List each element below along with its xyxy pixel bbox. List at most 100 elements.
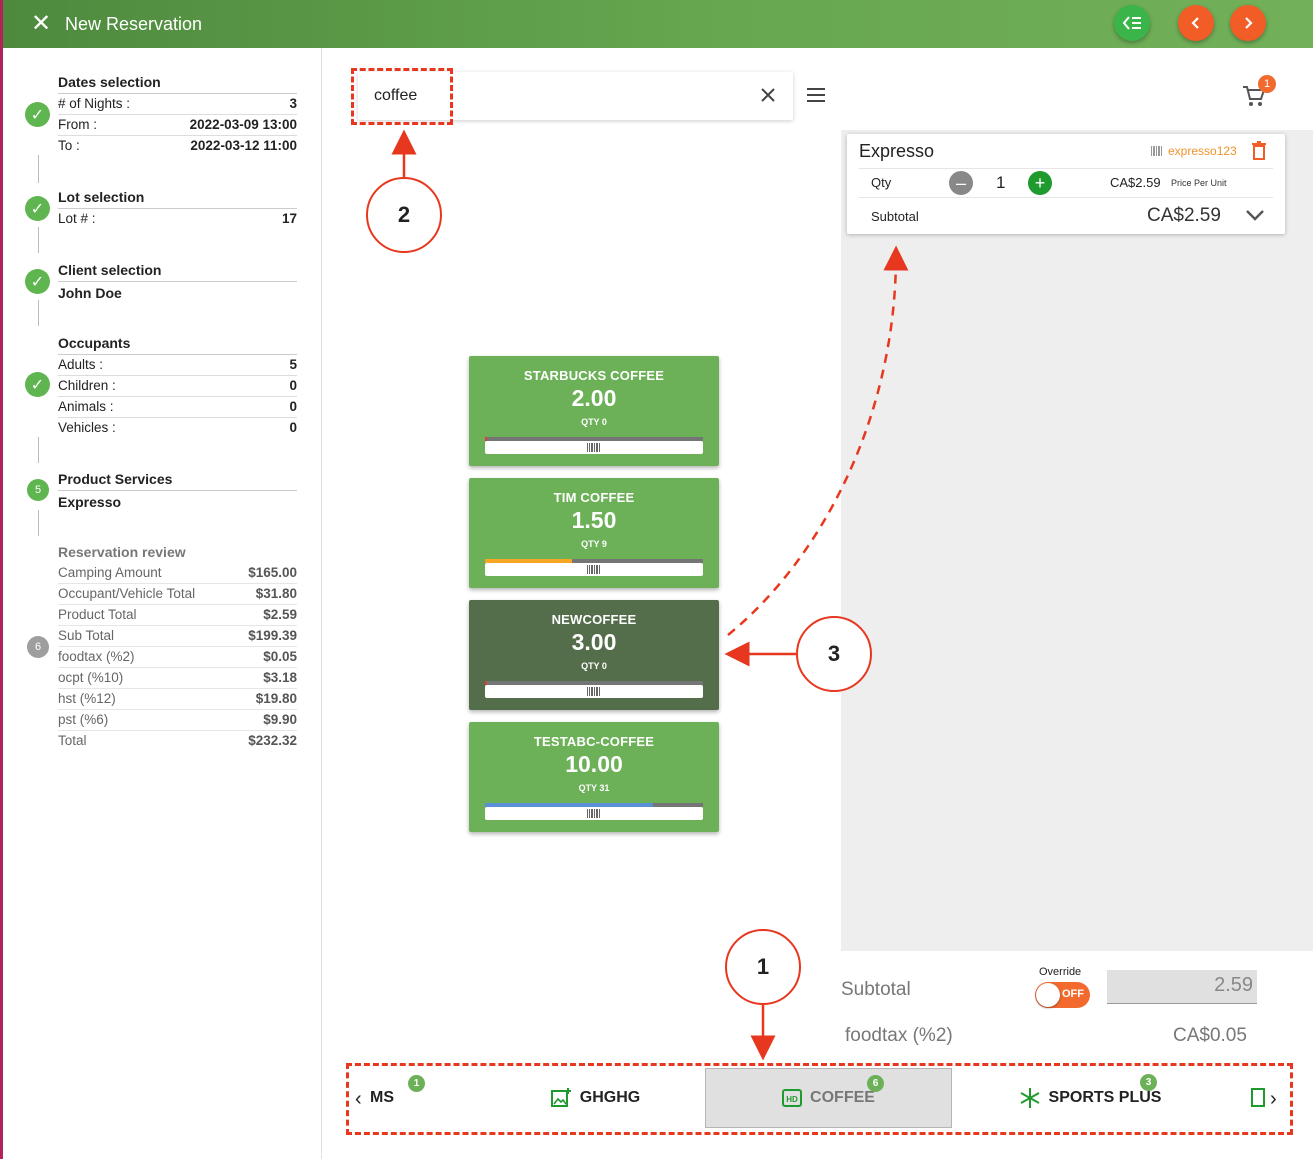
chevron-down-icon[interactable]: [1245, 208, 1265, 222]
step-review[interactable]: Reservation review Camping Amount $165.00…: [58, 544, 297, 752]
product-tile[interactable]: TIM COFFEE 1.50 QTY 9: [469, 478, 719, 588]
quantity-row: Qty – 1 + CA$2.59 Price Per Unit: [859, 168, 1273, 198]
foodtax-label: foodtax (%2): [845, 1025, 953, 1046]
to-row: To :2022-03-12 11:00: [58, 138, 297, 153]
menu-icon[interactable]: [806, 86, 826, 102]
step-title: Occupants: [58, 335, 297, 355]
step-products[interactable]: Product Services Expresso: [58, 471, 297, 510]
chevron-left-icon: [1191, 17, 1199, 29]
step-lot[interactable]: Lot selection Lot # :17: [58, 189, 297, 230]
review-row: foodtax (%2) $0.05: [58, 647, 297, 668]
product-price: 2.00: [571, 385, 617, 411]
review-label: Camping Amount: [58, 565, 162, 580]
review-value: $31.80: [255, 586, 297, 601]
page-title: New Reservation: [65, 14, 203, 34]
cart-subtotal-value: CA$2.59: [1147, 205, 1221, 226]
cart-item[interactable]: Expresso expresso123 Qty – 1 + CA$2.59 P…: [847, 134, 1285, 234]
product-name: TIM COFFEE: [553, 490, 635, 505]
review-row: Camping Amount $165.00: [58, 563, 297, 584]
step-client[interactable]: Client selection John Doe: [58, 262, 297, 301]
check-icon: ✓: [25, 269, 50, 294]
step-number: 5: [27, 479, 49, 501]
reservation-page: ✕ New Reservation ✓ Dates selection # of…: [0, 0, 1313, 1159]
review-label: Sub Total: [58, 628, 115, 643]
review-row: Product Total $2.59: [58, 605, 297, 626]
review-value: $199.39: [248, 628, 297, 643]
product-price: 1.50: [571, 507, 617, 533]
step-connector: [38, 510, 39, 536]
product-qty: QTY 9: [581, 539, 607, 549]
annotation-callout: 3: [796, 616, 872, 692]
unit-price: CA$2.59: [1110, 175, 1161, 190]
barcode-icon: [1151, 146, 1162, 156]
foodtax-value: CA$0.05: [1173, 1025, 1247, 1046]
delete-icon[interactable]: [1251, 141, 1267, 161]
review-label: foodtax (%2): [58, 649, 135, 664]
next-button[interactable]: [1230, 5, 1266, 41]
review-label: hst (%12): [58, 691, 116, 706]
product-tile[interactable]: STARBUCKS COFFEE 2.00 QTY 0: [469, 356, 719, 466]
review-value: $165.00: [248, 565, 297, 580]
review-row: Total $232.32: [58, 731, 297, 752]
step-occupants[interactable]: Occupants Adults :5 Children :0 Animals …: [58, 335, 297, 439]
animals-row: Animals :0: [58, 397, 297, 418]
product-name: NEWCOFFEE: [551, 612, 637, 627]
close-icon[interactable]: ✕: [31, 12, 51, 36]
review-row: pst (%6) $9.90: [58, 710, 297, 731]
step-title: Lot selection: [58, 189, 297, 209]
review-value: $2.59: [263, 607, 297, 622]
qty-value: 1: [996, 173, 1006, 192]
children-row: Children :0: [58, 376, 297, 397]
barcode-icon: [485, 441, 703, 454]
review-value: $9.90: [263, 712, 297, 727]
review-value: $19.80: [255, 691, 297, 706]
nights-row: # of Nights :3: [58, 94, 297, 115]
cart-count-badge: 1: [1258, 75, 1276, 93]
product-price: 10.00: [565, 751, 623, 777]
review-value: $3.18: [263, 670, 297, 685]
step-connector: [38, 155, 39, 183]
vehicles-row: Vehicles :0: [58, 420, 297, 435]
from-row: From :2022-03-09 13:00: [58, 115, 297, 136]
step-dates[interactable]: Dates selection # of Nights :3 From :202…: [58, 74, 297, 157]
product-tile-selected[interactable]: NEWCOFFEE 3.00 QTY 0: [469, 600, 719, 710]
annotation-callout: 2: [366, 177, 442, 253]
clear-icon[interactable]: [757, 84, 779, 106]
product-name: TESTABC-COFFEE: [533, 734, 655, 749]
cart-item-name: Expresso: [859, 141, 935, 161]
annotation-box-tabs: [346, 1063, 1293, 1135]
step-title: Client selection: [58, 262, 297, 282]
step-title: Reservation review: [58, 544, 186, 560]
product-tile[interactable]: TESTABC-COFFEE 10.00 QTY 31: [469, 722, 719, 832]
annotation-callout: 1: [725, 929, 801, 1005]
step-connector: [38, 437, 39, 463]
toggle-knob: [1036, 983, 1060, 1007]
review-label: Product Total: [58, 607, 137, 622]
product-qty: QTY 0: [581, 661, 607, 671]
step-connector: [38, 227, 39, 253]
cart-subtotal-label: Subtotal: [871, 209, 919, 224]
review-row: hst (%12) $19.80: [58, 689, 297, 710]
review-label: Occupant/Vehicle Total: [58, 586, 196, 601]
toggle-state: OFF: [1062, 988, 1084, 1000]
override-toggle[interactable]: OFF: [1035, 982, 1090, 1008]
barcode-icon: [485, 685, 703, 698]
step-connector: [38, 300, 39, 326]
decrease-qty-button[interactable]: –: [949, 171, 973, 195]
step-number: 6: [27, 636, 49, 658]
barcode-icon: [485, 807, 703, 820]
qty-label: Qty: [871, 175, 892, 190]
previous-button[interactable]: [1178, 5, 1214, 41]
top-bar: ✕ New Reservation: [0, 0, 1313, 48]
product-price: 3.00: [571, 629, 617, 655]
review-label: pst (%6): [58, 712, 109, 727]
check-icon: ✓: [25, 196, 50, 221]
step-title: Dates selection: [58, 74, 297, 94]
increase-qty-button[interactable]: +: [1028, 171, 1052, 195]
checklist-button[interactable]: [1114, 5, 1150, 41]
selected-product: Expresso: [58, 494, 122, 510]
override-subtotal-input[interactable]: 2.59: [1107, 970, 1257, 1004]
product-qty: QTY 0: [581, 417, 607, 427]
adults-row: Adults :5: [58, 355, 297, 376]
annotation-box-search: [351, 68, 453, 125]
